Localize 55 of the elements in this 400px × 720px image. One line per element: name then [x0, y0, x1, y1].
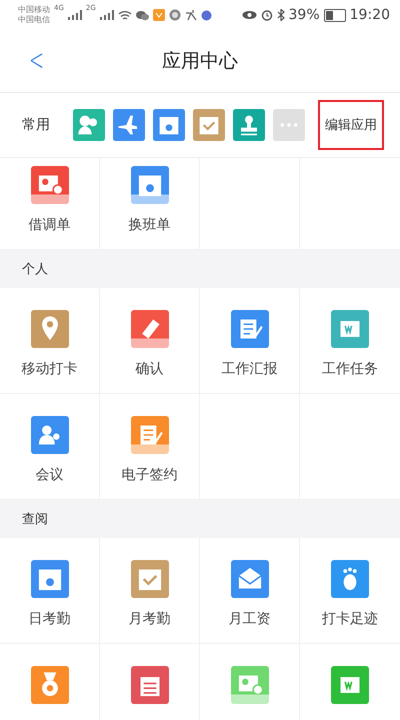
- battery-percent: 39%: [288, 7, 320, 23]
- pin-icon[interactable]: [30, 310, 68, 348]
- check-icon[interactable]: [130, 560, 168, 598]
- envelope-icon[interactable]: [230, 560, 268, 598]
- calendar-icon[interactable]: [30, 560, 68, 598]
- clock-time: 19:20: [350, 7, 390, 23]
- app-label[interactable]: 借调单: [28, 216, 70, 234]
- back-button[interactable]: <: [26, 46, 47, 76]
- edit-apps-button[interactable]: 编辑应用: [318, 100, 384, 150]
- people-icon[interactable]: [73, 109, 105, 141]
- check-icon[interactable]: [193, 109, 225, 141]
- stamp-icon[interactable]: [233, 109, 265, 141]
- report-icon[interactable]: [230, 310, 268, 348]
- signal-icon: [100, 10, 114, 20]
- page-title: 应用中心: [162, 50, 238, 72]
- app-label[interactable]: 月考勤: [128, 610, 170, 628]
- plane-icon[interactable]: [113, 109, 145, 141]
- calendar-icon[interactable]: [153, 109, 185, 141]
- app-label[interactable]: 工作汇报: [222, 360, 278, 378]
- app-label[interactable]: 换班单: [128, 216, 170, 234]
- chat-icon: [136, 10, 149, 20]
- app-icon: [200, 10, 212, 20]
- app-label[interactable]: 月工资: [228, 610, 270, 628]
- tag-icon[interactable]: [130, 310, 168, 348]
- app-label[interactable]: 打卡足迹: [322, 610, 378, 628]
- app-icon: [152, 9, 165, 21]
- carrier-name: 中国移动: [18, 5, 50, 15]
- section-label: 常用: [22, 116, 51, 134]
- app-label[interactable]: 会议: [36, 466, 64, 484]
- card-icon[interactable]: [30, 166, 68, 204]
- figure-icon: [184, 9, 197, 21]
- list-icon[interactable]: [130, 666, 168, 704]
- section-title: 查阅: [22, 511, 48, 528]
- foot-icon[interactable]: [331, 560, 369, 598]
- medal-icon[interactable]: [30, 666, 68, 704]
- app-label[interactable]: 移动打卡: [22, 360, 78, 378]
- app-label[interactable]: 日考勤: [28, 610, 70, 628]
- app-label[interactable]: 工作任务: [322, 360, 378, 378]
- wifi-icon: [118, 10, 132, 20]
- document-icon[interactable]: [331, 310, 369, 348]
- battery-icon: [324, 8, 346, 22]
- calendar-icon[interactable]: [130, 166, 168, 204]
- app-label[interactable]: 确认: [136, 360, 164, 378]
- person-icon[interactable]: [30, 416, 68, 454]
- signal-icon: [68, 10, 82, 20]
- report-icon[interactable]: [130, 416, 168, 454]
- carrier-name: 中国电信: [18, 15, 50, 25]
- app-icon: [168, 9, 181, 21]
- bluetooth-icon: [276, 9, 285, 21]
- eye-icon: [242, 10, 257, 20]
- section-title: 个人: [22, 261, 48, 278]
- alarm-icon: [260, 9, 273, 21]
- card-icon[interactable]: [230, 666, 268, 704]
- document-icon[interactable]: [331, 666, 369, 704]
- app-label[interactable]: 电子签约: [122, 466, 178, 484]
